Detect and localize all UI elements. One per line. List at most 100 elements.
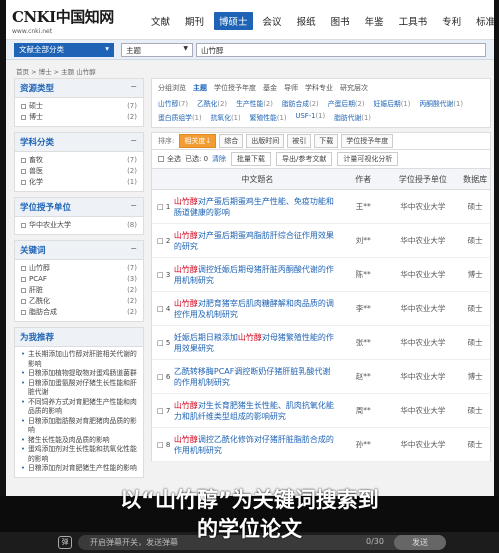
col-title[interactable]: 中文题名 [174, 174, 341, 185]
group-tag[interactable]: 生产性能(2) [236, 98, 273, 108]
group-tag[interactable]: 蛋白质组学(1) [158, 112, 202, 122]
group-tab[interactable]: 基金 [263, 83, 277, 93]
result-title-link[interactable]: 山竹醇对产蛋后期蛋鸡生产性能、免疫功能和肠道健康的影响 [174, 196, 341, 218]
collapse-icon[interactable]: − [130, 244, 137, 253]
group-tab[interactable]: 研究层次 [340, 83, 368, 93]
sort-option[interactable]: 相关度↓ [179, 134, 217, 148]
group-tag[interactable]: 脂肪合成(2) [282, 98, 319, 108]
facet-title[interactable]: 学位授予单位 − [15, 198, 143, 217]
facet-title[interactable]: 学科分类 − [15, 133, 143, 152]
group-tag[interactable]: USF-1(1) [295, 112, 325, 122]
select-all-checkbox[interactable] [158, 156, 164, 162]
result-title-link[interactable]: 山竹醇对产蛋后期蛋鸡脂肪肝综合征作用效果的研究 [174, 230, 341, 252]
facet-title[interactable]: 关键词 − [15, 241, 143, 260]
result-author[interactable]: 李** [341, 303, 386, 314]
collapse-icon[interactable]: − [130, 82, 137, 91]
sort-option[interactable]: 被引 [287, 134, 312, 148]
col-database[interactable]: 数据库 [460, 174, 490, 185]
visualize-button[interactable]: 计量可视化分析 [337, 152, 399, 166]
group-tab[interactable]: 学科专业 [305, 83, 333, 93]
nav-item[interactable]: 图书 [326, 12, 355, 30]
facet-checkbox[interactable] [21, 277, 26, 282]
sort-option[interactable]: 出版时间 [246, 134, 285, 148]
facet-checkbox[interactable] [21, 299, 26, 304]
facet-item[interactable]: PCAF (3) [21, 274, 137, 285]
facet-item[interactable]: 化学 (1) [21, 177, 137, 188]
search-input[interactable]: 山竹醇 [196, 43, 486, 57]
nav-item[interactable]: 文献 [146, 12, 175, 30]
result-institution[interactable]: 华中农业大学 [386, 201, 461, 212]
result-author[interactable]: 孙** [341, 439, 386, 450]
recommend-item[interactable]: 蛋鸡添加剂对生长性能和抗氧化性能的影响 [21, 445, 137, 464]
table-row[interactable]: □ 1 山竹醇对产蛋后期蛋鸡生产性能、免疫功能和肠道健康的影响 王** 华中农业大学硕… [151, 190, 491, 224]
recommend-item[interactable]: 日粮添加植物提取物对蛋鸡肠道菌群 [21, 369, 137, 379]
nav-item[interactable]: 年鉴 [360, 12, 389, 30]
table-row[interactable]: □ 8 山竹醇调控乙酰化修饰对仔猪肝脏脂肪合成的作用机制研究 孙** 华中农业大学 硕士 [151, 428, 491, 462]
result-institution[interactable]: 华中农业大学 [386, 269, 461, 280]
all-categories-dropdown[interactable]: 文献全部分类 ▾ [14, 43, 114, 57]
facet-checkbox[interactable] [21, 180, 26, 185]
facet-checkbox[interactable] [21, 310, 26, 315]
clear-link[interactable]: 清除 [212, 154, 226, 164]
nav-item[interactable]: 标准 [471, 12, 494, 30]
row-checkbox-index[interactable]: □ 2 [152, 237, 174, 245]
result-author[interactable]: 张** [341, 337, 386, 348]
facet-checkbox[interactable] [21, 104, 26, 109]
select-all-label[interactable]: 全选 [167, 154, 181, 164]
group-tab[interactable]: 主题 [193, 83, 207, 93]
result-author[interactable]: 周** [341, 405, 386, 416]
result-title-link[interactable]: 山竹醇对肥育猪宰后肌肉糖酵解和肉品质的调控作用及机制研究 [174, 298, 341, 320]
group-tag[interactable]: 山竹醇(7) [158, 98, 188, 108]
facet-item[interactable]: 畜牧 (7) [21, 155, 137, 166]
recommend-item[interactable]: 猪生长性能及肉品质的影响 [21, 436, 137, 446]
result-institution[interactable]: 华中农业大学 [386, 439, 461, 450]
facet-checkbox[interactable] [21, 115, 26, 120]
table-row[interactable]: □ 3 山竹醇调控妊娠后期母猪肝脏丙酮酸代谢的作用机制研究 陈** 华中农业大学 博士 [151, 258, 491, 292]
facet-item[interactable]: 兽医 (2) [21, 166, 137, 177]
result-institution[interactable]: 华中农业大学 [386, 405, 461, 416]
nav-item[interactable]: 报纸 [292, 12, 321, 30]
result-author[interactable]: 刘** [341, 235, 386, 246]
facet-item[interactable]: 硕士 (7) [21, 101, 137, 112]
nav-item[interactable]: 会议 [258, 12, 287, 30]
result-title-link[interactable]: 山竹醇调控妊娠后期母猪肝脏丙酮酸代谢的作用机制研究 [174, 264, 341, 286]
recommend-item[interactable]: 日粮添加脂肪酸对育肥猪肉品质的影响 [21, 417, 137, 436]
result-author[interactable]: 赵** [341, 371, 386, 382]
search-field-select[interactable]: 主题 ▼ [121, 43, 193, 57]
facet-checkbox[interactable] [21, 169, 26, 174]
result-title-link[interactable]: 妊娠后期日粮添加山竹醇对母猪繁殖性能的作用效果研究 [174, 332, 341, 354]
table-row[interactable]: □ 7 山竹醇对生长育肥猪生长性能、肌肉抗氧化能力和肌纤维类型组成的影响研究 周**… [151, 394, 491, 428]
facet-item[interactable]: 华中农业大学 (8) [21, 220, 137, 231]
facet-item[interactable]: 乙酰化 (2) [21, 296, 137, 307]
row-checkbox-index[interactable]: □ 4 [152, 305, 174, 313]
group-tag[interactable]: 脂肪代谢(1) [334, 112, 371, 122]
facet-item[interactable]: 脂肪合成 (2) [21, 307, 137, 318]
group-tag[interactable]: 乙酰化(2) [197, 98, 227, 108]
row-checkbox-index[interactable]: □ 7 [152, 407, 174, 415]
result-author[interactable]: 王** [341, 201, 386, 212]
row-checkbox-index[interactable]: □ 6 [152, 373, 174, 381]
facet-checkbox[interactable] [21, 288, 26, 293]
cnki-logo[interactable]: CNKI中国知网 www.cnki.net [12, 6, 114, 35]
collapse-icon[interactable]: − [130, 136, 137, 145]
facet-checkbox[interactable] [21, 223, 26, 228]
row-checkbox-index[interactable]: □ 8 [152, 441, 174, 449]
result-institution[interactable]: 华中农业大学 [386, 303, 461, 314]
nav-item[interactable]: 博硕士 [214, 12, 253, 30]
result-title-link[interactable]: 山竹醇对生长育肥猪生长性能、肌肉抗氧化能力和肌纤维类型组成的影响研究 [174, 400, 341, 422]
result-author[interactable]: 陈** [341, 269, 386, 280]
result-title-link[interactable]: 乙酰转移酶PCAF调控断奶仔猪肝脏乳酸代谢的作用机制研究 [174, 366, 341, 388]
result-title-link[interactable]: 山竹醇调控乙酰化修饰对仔猪肝脏脂肪合成的作用机制研究 [174, 434, 341, 456]
result-institution[interactable]: 华中农业大学 [386, 337, 461, 348]
group-tab[interactable]: 学位授予年度 [214, 83, 256, 93]
nav-item[interactable]: 专利 [437, 12, 466, 30]
nav-item[interactable]: 期刊 [180, 12, 209, 30]
result-institution[interactable]: 华中农业大学 [386, 235, 461, 246]
col-author[interactable]: 作者 [341, 174, 386, 185]
group-tag[interactable]: 繁殖性能(1) [250, 112, 287, 122]
facet-title[interactable]: 资源类型 − [15, 79, 143, 98]
sort-option[interactable]: 综合 [219, 134, 244, 148]
row-checkbox-index[interactable]: □ 1 [152, 203, 174, 211]
nav-item[interactable]: 工具书 [394, 12, 433, 30]
recommend-item[interactable]: 日粮添加剂对育肥猪生产性能的影响 [21, 464, 137, 474]
